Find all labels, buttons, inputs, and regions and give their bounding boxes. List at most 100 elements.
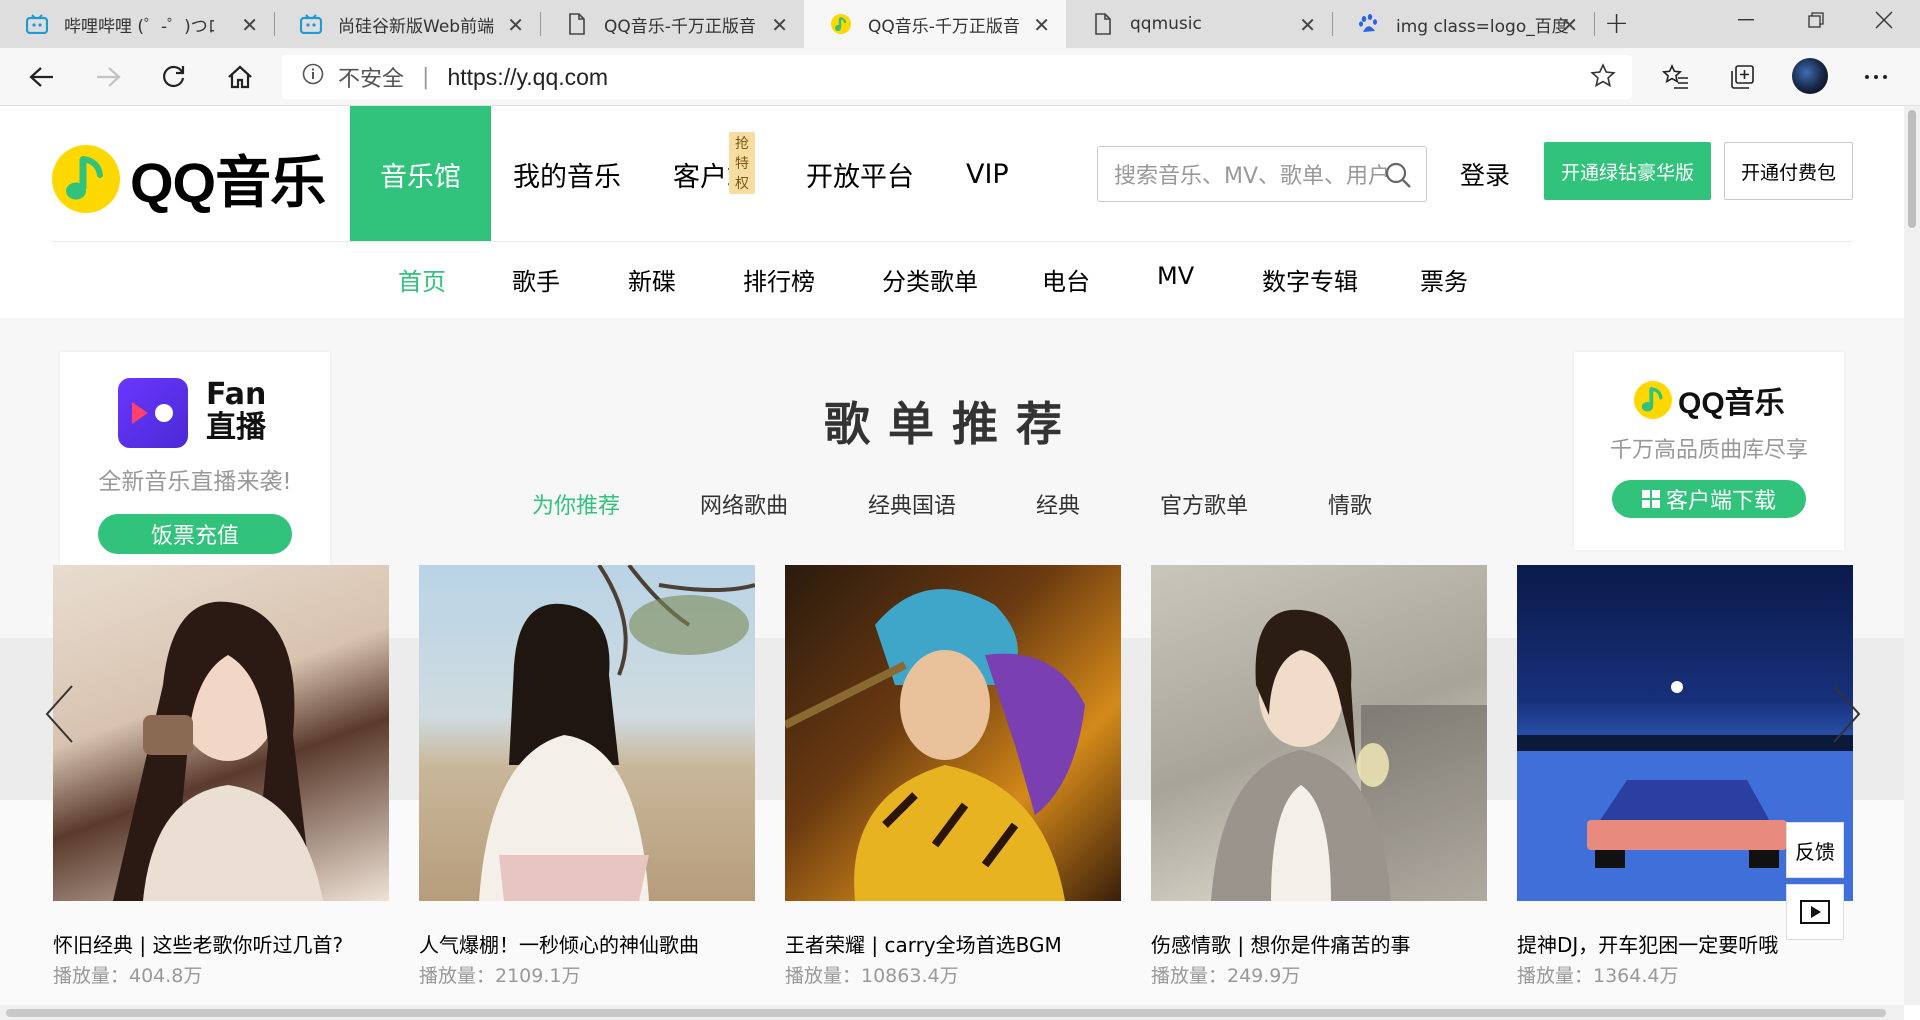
horizontal-scrollbar[interactable] [0, 1005, 1904, 1020]
browser-tab-bar: 哔哩哔哩 (゜-゜)つロ ✕ 尚硅谷新版Web前端 ✕ QQ音乐-千万正版音 ✕… [0, 0, 1920, 48]
close-tab-icon[interactable]: ✕ [771, 13, 788, 37]
fan-live-card[interactable]: Fan 直播 全新音乐直播来袭! 饭票充值 [60, 352, 330, 576]
address-bar[interactable]: 不安全 | https://y.qq.com [282, 55, 1632, 99]
category-tab-recommend[interactable]: 为你推荐 [532, 488, 620, 520]
scrollbar-thumb[interactable] [1908, 110, 1916, 228]
refresh-button[interactable] [154, 58, 194, 96]
url-text[interactable]: https://y.qq.com [447, 64, 608, 91]
playlist-cover[interactable] [785, 565, 1121, 901]
client-download-label: 客户端下载 [1665, 489, 1776, 514]
playlist-play-count: 播放量：404.8万 [53, 965, 203, 987]
recharge-button[interactable]: 饭票充值 [98, 514, 292, 554]
playlist-card[interactable]: 王者荣耀 | carry全场首选BGM 播放量：10863.4万 [785, 565, 1121, 987]
browser-tab[interactable]: 尚硅谷新版Web前端 ✕ [274, 0, 540, 48]
browser-tab[interactable]: img class=logo_百度 ✕ [1332, 0, 1594, 48]
nav-vip[interactable]: VIP [966, 106, 1009, 242]
qqmusic-logo[interactable]: QQ音乐 [52, 138, 326, 219]
browser-tab[interactable]: QQ音乐-千万正版音 ✕ [540, 0, 804, 48]
favorites-icon[interactable] [1656, 58, 1696, 96]
search-icon[interactable] [1384, 161, 1412, 195]
back-button[interactable] [22, 58, 62, 96]
nav-client[interactable]: 客户端 抢特权 [673, 106, 755, 242]
feedback-label: 反馈 [1795, 839, 1835, 864]
new-tab-button[interactable]: + [1604, 6, 1629, 41]
playlist-cover[interactable] [1151, 565, 1487, 901]
close-tab-icon[interactable]: ✕ [1299, 13, 1316, 37]
playlist-title[interactable]: 王者荣耀 | carry全场首选BGM [785, 929, 1121, 958]
playlist-title[interactable]: 怀旧经典 | 这些老歌你听过几首? [53, 929, 389, 958]
category-tab-classic[interactable]: 经典 [1036, 488, 1080, 520]
qqmusic-icon [830, 13, 852, 35]
nav-open-platform[interactable]: 开放平台 [806, 106, 914, 242]
close-tab-icon[interactable]: ✕ [241, 13, 258, 37]
carousel-next-arrow-icon[interactable] [1824, 678, 1870, 750]
tab-title: QQ音乐-千万正版音 [868, 16, 1020, 37]
vertical-scrollbar[interactable] [1904, 106, 1920, 1005]
playlist-card[interactable]: 伤感情歌 | 想你是件痛苦的事 播放量：249.9万 [1151, 565, 1487, 987]
scrollbar-thumb[interactable] [6, 1009, 1886, 1017]
home-button[interactable] [220, 58, 260, 96]
subnav-singer[interactable]: 歌手 [512, 262, 560, 297]
subnav-category-playlists[interactable]: 分类歌单 [882, 262, 978, 297]
document-icon [566, 13, 588, 35]
close-window-button[interactable] [1852, 0, 1916, 40]
video-play-button[interactable] [1786, 884, 1844, 940]
collections-icon[interactable] [1722, 58, 1762, 96]
close-tab-icon[interactable]: ✕ [507, 13, 524, 37]
search-placeholder: 搜索音乐、MV、歌单、用户 [1114, 164, 1391, 189]
profile-avatar[interactable] [1792, 58, 1828, 94]
playlist-title[interactable]: 伤感情歌 | 想你是件痛苦的事 [1151, 929, 1487, 958]
section-title: 歌单推荐 [824, 397, 1080, 451]
open-paid-pack-button[interactable]: 开通付费包 [1724, 142, 1853, 200]
subnav-tickets[interactable]: 票务 [1420, 262, 1468, 297]
category-tab-official[interactable]: 官方歌单 [1160, 488, 1248, 520]
subnav-radio[interactable]: 电台 [1042, 262, 1090, 297]
tab-title: img class=logo_百度 [1396, 16, 1569, 37]
sub-nav: 首页 歌手 新碟 排行榜 分类歌单 电台 MV 数字专辑 票务 [0, 242, 1904, 318]
browser-tab[interactable]: qqmusic ✕ [1066, 0, 1332, 48]
nav-my-music[interactable]: 我的音乐 [513, 106, 621, 242]
open-green-diamond-button[interactable]: 开通绿钻豪华版 [1544, 142, 1711, 200]
windows-icon [1641, 490, 1660, 508]
close-tab-icon[interactable]: ✕ [1033, 13, 1050, 37]
nav-label: 我的音乐 [513, 161, 621, 193]
playlist-card[interactable]: 怀旧经典 | 这些老歌你听过几首? 播放量：404.8万 [53, 565, 389, 987]
tab-title: 哔哩哔哩 (゜-゜)つロ [64, 16, 214, 37]
playlist-title[interactable]: 人气爆棚！一秒倾心的神仙歌曲 [419, 929, 755, 958]
playlist-card[interactable]: 人气爆棚！一秒倾心的神仙歌曲 播放量：2109.1万 [419, 565, 755, 987]
playlist-cover[interactable] [53, 565, 389, 901]
login-link[interactable]: 登录 [1460, 156, 1510, 192]
nav-music-hall[interactable]: 音乐馆 [350, 106, 491, 242]
minimize-button[interactable] [1714, 0, 1778, 40]
info-icon[interactable] [302, 63, 324, 91]
search-input[interactable]: 搜索音乐、MV、歌单、用户 [1097, 146, 1427, 202]
logo-text: QQ音乐 [130, 151, 326, 214]
category-tab-classic-mandarin[interactable]: 经典国语 [868, 488, 956, 520]
subnav-digital-album[interactable]: 数字专辑 [1262, 262, 1358, 297]
subnav-new-album[interactable]: 新碟 [628, 262, 676, 297]
play-video-icon [1800, 900, 1830, 924]
feedback-button[interactable]: 反馈 [1786, 822, 1844, 878]
playlist-cover[interactable] [419, 565, 755, 901]
favorite-star-icon[interactable] [1590, 63, 1616, 95]
subnav-home[interactable]: 首页 [398, 262, 446, 297]
playlist-section: Fan 直播 全新音乐直播来袭! 饭票充值 QQ音乐 千万高品质曲库尽享 客户端… [0, 318, 1904, 1005]
more-menu-icon[interactable] [1856, 58, 1896, 96]
close-tab-icon[interactable]: ✕ [1561, 13, 1578, 37]
tab-title: qqmusic [1130, 14, 1202, 34]
browser-tab[interactable]: 哔哩哔哩 (゜-゜)つロ ✕ [0, 0, 274, 48]
playlist-play-count: 播放量：1364.4万 [1517, 965, 1679, 987]
nav-label: VIP [966, 158, 1009, 190]
subnav-mv[interactable]: MV [1157, 262, 1194, 290]
category-tab-internet[interactable]: 网络歌曲 [700, 488, 788, 520]
browser-toolbar: 不安全 | https://y.qq.com [0, 48, 1920, 106]
qqmusic-logo-icon [52, 144, 120, 213]
forward-button[interactable] [88, 58, 128, 96]
playlist-play-count: 播放量：10863.4万 [785, 965, 959, 987]
browser-tab-active[interactable]: QQ音乐-千万正版音 ✕ [804, 0, 1066, 48]
category-tab-love-songs[interactable]: 情歌 [1328, 488, 1372, 520]
client-download-button[interactable]: 客户端下载 [1612, 480, 1806, 518]
subnav-charts[interactable]: 排行榜 [743, 262, 815, 297]
restore-button[interactable] [1784, 0, 1848, 40]
carousel-prev-arrow-icon[interactable] [36, 678, 82, 750]
